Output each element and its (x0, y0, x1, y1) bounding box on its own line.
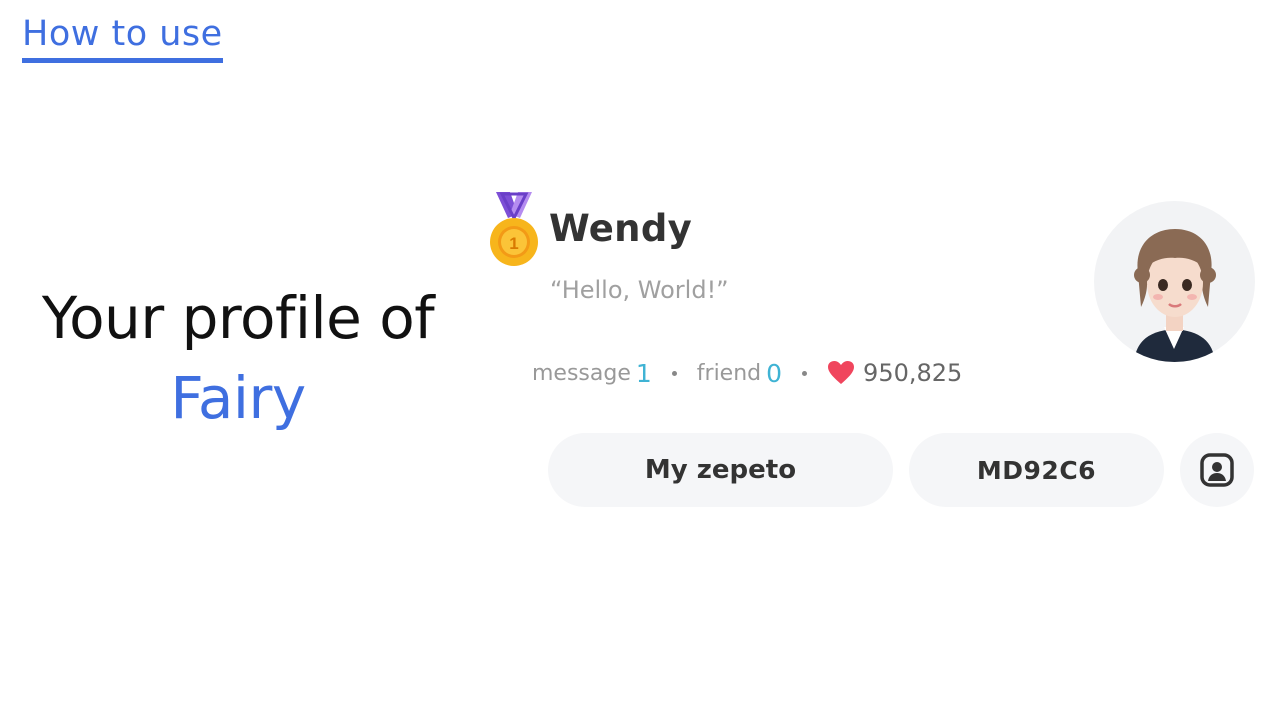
message-label[interactable]: message (532, 361, 631, 386)
friend-count[interactable]: 0 (766, 359, 782, 388)
friend-label[interactable]: friend (697, 361, 761, 386)
message-count[interactable]: 1 (636, 359, 652, 388)
status-message: “Hello, World!” (550, 276, 729, 304)
how-to-use-link[interactable]: How to use (22, 14, 223, 64)
my-zepeto-button[interactable]: My zepeto (548, 433, 893, 507)
profile-stats: message 1 friend 0 950,825 (532, 355, 962, 391)
profile-name: Wendy (549, 207, 693, 250)
headline: Your profile of Fairy (18, 278, 458, 438)
avatar[interactable] (1094, 201, 1255, 362)
profile-scan-button[interactable] (1180, 433, 1254, 507)
headline-line2: Fairy (170, 364, 306, 432)
medal-icon: 1 (490, 192, 538, 266)
separator-dot (802, 370, 808, 376)
separator-dot (671, 370, 677, 376)
profile-scan-icon (1200, 453, 1234, 487)
heart-icon (828, 361, 855, 384)
likes-count: 950,825 (863, 359, 963, 387)
avatar-illustration (1134, 229, 1216, 362)
medal-rank: 1 (509, 234, 518, 253)
profile-code-button[interactable]: MD92C6 (909, 433, 1164, 507)
headline-line1: Your profile of (41, 284, 435, 352)
